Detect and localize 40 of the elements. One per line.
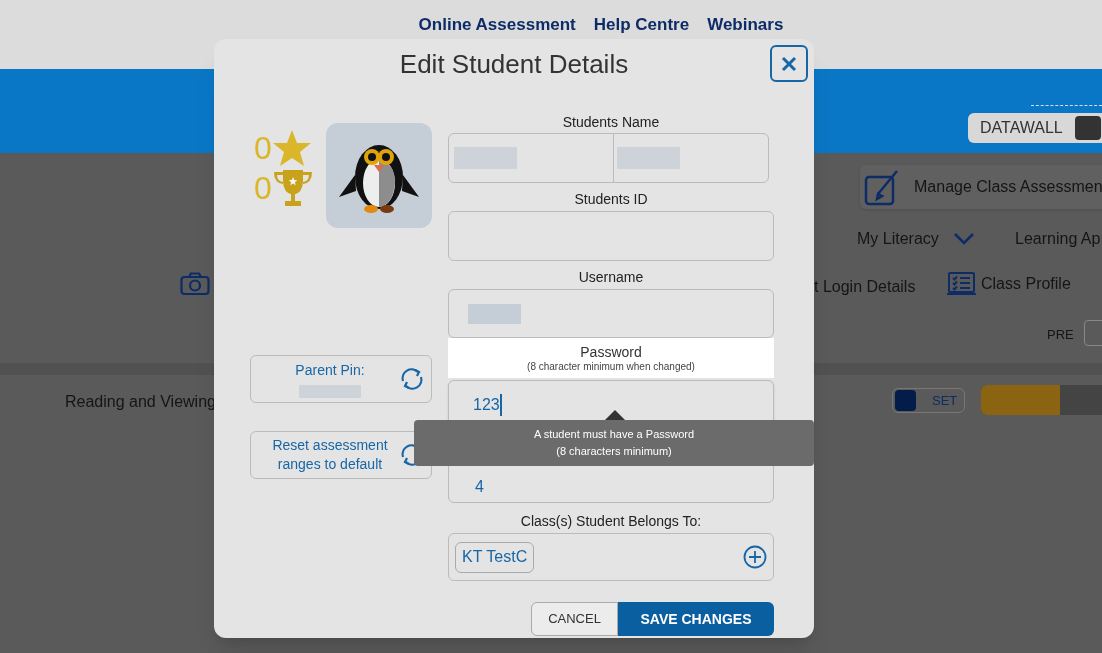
camera-icon[interactable] <box>180 272 210 296</box>
field-label: Class(s) Student Belongs To: <box>519 512 703 531</box>
star-count: 0 <box>254 130 272 166</box>
manage-class-button[interactable]: Manage Class Assessmen <box>860 165 1102 209</box>
toolbar-link[interactable]: Class Profile <box>981 272 1071 296</box>
avatar-tile[interactable] <box>325 123 432 228</box>
nav-link[interactable]: Webinars <box>707 12 784 38</box>
pre-label: PRE <box>1047 326 1074 344</box>
checklist-icon[interactable] <box>946 272 977 296</box>
nav-menu-item[interactable]: My Literacy <box>857 227 939 251</box>
parent-pin-label: Parent Pin: <box>295 361 365 380</box>
nav-menu-item[interactable]: Learning Ap <box>1015 227 1101 251</box>
field-label: Students Name <box>561 113 661 132</box>
field-label: Students ID <box>573 190 649 209</box>
password-label: Password <box>580 343 642 361</box>
star-icon <box>271 129 312 167</box>
field-label: Username <box>577 268 645 287</box>
close-icon[interactable] <box>781 55 797 72</box>
tooltip-text: A student must have a Password <box>533 427 695 442</box>
student-id-field[interactable] <box>448 211 774 261</box>
class-chip[interactable]: KT TestC <box>455 541 535 573</box>
dialog-title: Edit Student Details <box>399 47 629 81</box>
username-field[interactable] <box>448 289 774 338</box>
row-label: Reading and Viewing <box>65 392 216 412</box>
save-changes-button[interactable]: SAVE CHANGES <box>618 602 774 636</box>
trophy-icon <box>271 169 314 207</box>
nav-link[interactable]: Online Assessment <box>418 12 576 38</box>
name-fields[interactable] <box>448 133 769 183</box>
chevron-down-icon[interactable] <box>952 232 975 246</box>
trophy-count: 0 <box>254 170 272 206</box>
edit-icon <box>864 168 900 206</box>
password-hint: (8 character minimum when changed) <box>527 360 695 373</box>
close-button[interactable] <box>770 45 808 82</box>
redacted-value <box>468 303 521 324</box>
datawall-toggle[interactable]: DATAWALL <box>968 113 1102 143</box>
refresh-icon[interactable] <box>399 366 425 392</box>
cancel-button[interactable]: CANCEL <box>531 602 618 636</box>
nav-link[interactable]: Help Centre <box>593 12 690 38</box>
toolbar-link[interactable]: t Login Details <box>814 275 916 299</box>
add-icon[interactable] <box>743 545 767 569</box>
